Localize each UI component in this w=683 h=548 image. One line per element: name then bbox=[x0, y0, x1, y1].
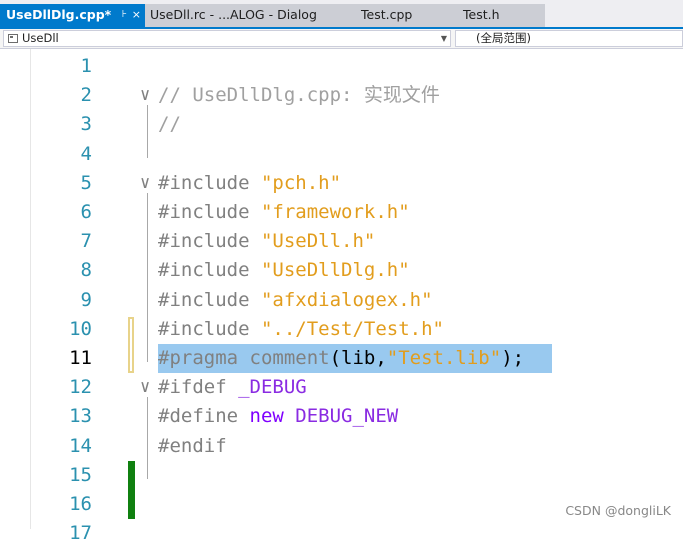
code-token: #include bbox=[158, 259, 261, 282]
line-number: 9 bbox=[80, 288, 92, 311]
code-token: #include bbox=[158, 288, 261, 311]
project-dropdown-value: UseDll bbox=[22, 31, 59, 45]
pin-icon[interactable]: ⊦ bbox=[122, 4, 127, 26]
code-line[interactable]: 13 #define new DEBUG_NEW bbox=[0, 402, 683, 431]
project-icon bbox=[8, 34, 18, 43]
code-text: #include "afxdialogex.h" bbox=[158, 286, 433, 315]
code-text: #include "pch.h" bbox=[158, 169, 341, 198]
collapse-chevron-icon[interactable]: ∨ bbox=[140, 81, 150, 110]
saved-change-marker bbox=[128, 460, 135, 520]
unsaved-change-marker bbox=[128, 316, 134, 374]
code-text: #include "UseDll.h" bbox=[158, 227, 375, 256]
code-token: #define bbox=[158, 405, 250, 428]
scope-dropdown[interactable]: (全局范围) bbox=[455, 30, 683, 47]
code-text: #ifdef _DEBUG bbox=[158, 373, 307, 402]
document-tab-bar: UseDllDlg.cpp* ⊦ × UseDll.rc - ...ALOG -… bbox=[0, 0, 683, 27]
line-number: 13 bbox=[69, 405, 92, 428]
code-text: #include "../Test/Test.h" bbox=[158, 315, 444, 344]
close-icon[interactable]: × bbox=[132, 4, 141, 26]
line-number: 6 bbox=[80, 201, 92, 223]
code-token: #ifdef bbox=[158, 376, 239, 399]
code-token: comment bbox=[249, 347, 330, 369]
code-line[interactable]: 2 // UseDllDlg.cpp: 实现文件 bbox=[0, 81, 683, 110]
line-number: 10 bbox=[69, 317, 92, 340]
code-token: "../Test/Test.h" bbox=[260, 317, 444, 340]
line-number: 1 bbox=[80, 55, 92, 77]
code-text: // UseDllDlg.cpp: 实现文件 bbox=[158, 81, 440, 110]
code-token: // UseDllDlg.cpp: 实现文件 bbox=[158, 84, 440, 107]
tab-label: Test.h bbox=[463, 7, 500, 22]
code-line[interactable]: 15 bbox=[0, 461, 683, 490]
tab-label: UseDll.rc - ...ALOG - Dialog bbox=[150, 7, 317, 22]
code-text: // bbox=[158, 110, 181, 139]
tab-test-cpp[interactable]: Test.cpp bbox=[361, 4, 441, 27]
line-number: 14 bbox=[69, 434, 92, 457]
code-token: // bbox=[158, 113, 181, 136]
code-token: #include bbox=[158, 171, 261, 194]
code-token: "framework.h" bbox=[260, 201, 410, 223]
project-dropdown[interactable]: UseDll ▼ bbox=[3, 30, 451, 47]
code-text: #endif bbox=[158, 432, 227, 461]
code-line[interactable]: 6 #include "framework.h" bbox=[0, 198, 683, 227]
tab-label: Test.cpp bbox=[361, 7, 413, 22]
code-token: _DEBUG bbox=[238, 376, 307, 399]
code-token: #endif bbox=[158, 434, 227, 457]
collapse-chevron-icon[interactable]: ∨ bbox=[140, 373, 150, 402]
code-line[interactable]: 11 #pragma comment(lib,"Test.lib"); bbox=[0, 344, 683, 373]
line-number: 16 bbox=[69, 493, 92, 515]
code-line[interactable]: 10 #include "../Test/Test.h" bbox=[0, 315, 683, 344]
code-line[interactable]: 3 // bbox=[0, 110, 683, 139]
code-line[interactable]: 5 #include "pch.h" bbox=[0, 169, 683, 198]
line-number: 4 bbox=[80, 142, 92, 165]
code-token: #include bbox=[158, 230, 261, 253]
line-number: 15 bbox=[69, 463, 92, 486]
line-number: 2 bbox=[80, 84, 92, 107]
line-number: 8 bbox=[80, 259, 92, 282]
code-token: #include bbox=[158, 201, 261, 223]
code-token: new bbox=[249, 405, 296, 428]
code-token: #include bbox=[158, 317, 261, 340]
code-text: #pragma comment(lib,"Test.lib"); bbox=[158, 344, 524, 373]
code-token: "afxdialogex.h" bbox=[260, 288, 433, 311]
code-line[interactable]: 17 bbox=[0, 519, 683, 548]
line-number: 12 bbox=[69, 376, 92, 399]
tab-usedll-rc[interactable]: UseDll.rc - ...ALOG - Dialog bbox=[150, 4, 340, 27]
code-editor[interactable]: 1 2// UseDllDlg.cpp: 实现文件 3//4 5 #include "p… bbox=[0, 49, 683, 544]
tab-label: UseDllDlg.cpp* bbox=[6, 7, 112, 22]
code-token: "Test.lib" bbox=[386, 347, 502, 369]
code-line[interactable]: 14 #endif bbox=[0, 432, 683, 461]
tab-usedlldlg-cpp[interactable]: UseDllDlg.cpp* ⊦ × bbox=[0, 4, 145, 27]
code-token: DEBUG_NEW bbox=[295, 405, 399, 428]
outlining-guide bbox=[147, 192, 148, 362]
code-line[interactable]: 1 bbox=[0, 52, 683, 81]
code-line[interactable]: 7 #include "UseDll.h" bbox=[0, 227, 683, 256]
outlining-guide bbox=[147, 105, 148, 158]
line-number: 17 bbox=[69, 522, 92, 545]
code-token: (lib, bbox=[329, 347, 387, 369]
code-token: #pragma bbox=[158, 347, 250, 369]
scope-dropdown-value: (全局范围) bbox=[476, 31, 531, 45]
outlining-guide bbox=[147, 397, 148, 479]
line-number: 3 bbox=[80, 113, 92, 136]
navigation-bar: UseDll ▼ (全局范围) bbox=[0, 29, 683, 49]
code-line[interactable]: 8 #include "UseDllDlg.h" bbox=[0, 256, 683, 285]
code-token: "UseDllDlg.h" bbox=[260, 259, 410, 282]
line-number: 5 bbox=[80, 171, 92, 194]
code-text: #include "framework.h" bbox=[158, 198, 410, 227]
code-line[interactable]: 4 bbox=[0, 140, 683, 169]
line-number: 7 bbox=[80, 230, 92, 253]
tab-test-h[interactable]: Test.h bbox=[463, 4, 533, 27]
chevron-down-icon: ▼ bbox=[440, 34, 447, 43]
code-text: #include "UseDllDlg.h" bbox=[158, 256, 410, 285]
code-line[interactable]: 12 #ifdef _DEBUG bbox=[0, 373, 683, 402]
code-token: ); bbox=[501, 347, 525, 369]
line-number: 11 bbox=[69, 347, 92, 369]
collapse-chevron-icon[interactable]: ∨ bbox=[140, 169, 150, 198]
code-text: #define new DEBUG_NEW bbox=[158, 402, 398, 431]
code-token: "pch.h" bbox=[260, 171, 342, 194]
code-token: "UseDll.h" bbox=[260, 230, 376, 253]
code-line[interactable]: 9 #include "afxdialogex.h" bbox=[0, 286, 683, 315]
watermark: CSDN @dongliLK bbox=[565, 503, 671, 518]
